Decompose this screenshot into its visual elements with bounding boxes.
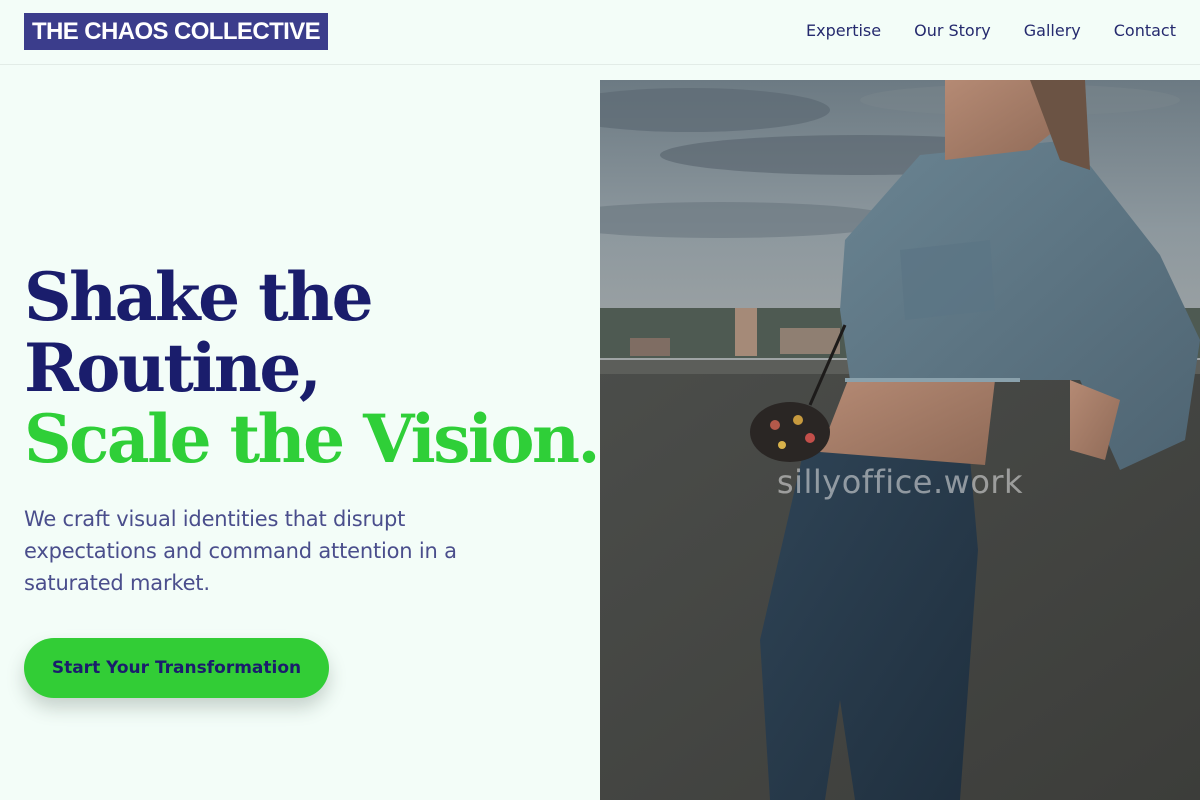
hero-description: We craft visual identities that disrupt … [24,507,457,595]
site-logo[interactable]: THE CHAOS COLLECTIVE [24,13,329,50]
start-transformation-button[interactable]: Start Your Transformation [24,638,329,698]
nav-link-expertise[interactable]: Expertise [806,20,881,42]
headline-line-2: Routine, [24,329,322,407]
main-nav: Expertise Our Story Gallery Contact [806,20,1176,42]
nav-link-gallery[interactable]: Gallery [1024,20,1081,42]
headline-line-1: Shake the [24,258,374,336]
nav-link-our-story[interactable]: Our Story [914,20,991,42]
nav-link-contact[interactable]: Contact [1114,20,1176,42]
hero-text: Shake the Routine, Scale the Vision. We … [24,258,600,599]
headline-line-3: Scale the Vision. [24,400,600,478]
hero-photo: sillyoffice.work [600,80,1200,800]
hero-headline: Shake the Routine, Scale the Vision. [24,258,600,478]
site-header: THE CHAOS COLLECTIVE Expertise Our Story… [0,0,1200,65]
hero-photo-illustration [600,80,1200,800]
